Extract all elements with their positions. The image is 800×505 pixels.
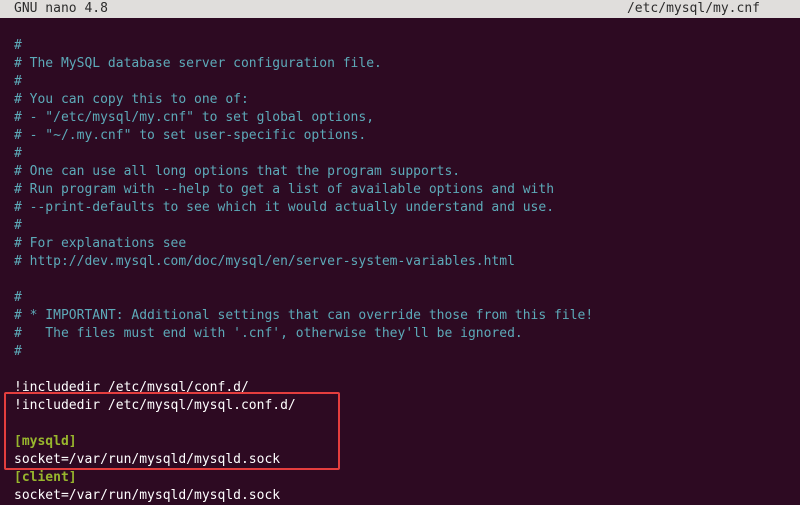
comment-line: # bbox=[14, 290, 22, 305]
comment-line: # - "/etc/mysql/my.cnf" to set global op… bbox=[14, 110, 374, 125]
editor-titlebar: GNU nano 4.8 /etc/mysql/my.cnf bbox=[0, 0, 800, 18]
comment-line: # * IMPORTANT: Additional settings that … bbox=[14, 308, 593, 323]
section-mysqld: [mysqld] bbox=[14, 434, 77, 449]
app-name: GNU nano 4.8 bbox=[0, 0, 108, 18]
editor-content[interactable]: # # The MySQL database server configurat… bbox=[0, 18, 800, 505]
comment-line: # - "~/.my.cnf" to set user-specific opt… bbox=[14, 128, 366, 143]
comment-line: # bbox=[14, 38, 22, 53]
comment-line: # bbox=[14, 344, 22, 359]
config-line: socket=/var/run/mysqld/mysqld.sock bbox=[14, 488, 280, 503]
comment-line: # The files must end with '.cnf', otherw… bbox=[14, 326, 523, 341]
config-line: socket=/var/run/mysqld/mysqld.sock bbox=[14, 452, 280, 467]
comment-line: # bbox=[14, 74, 22, 89]
includedir-line: !includedir /etc/mysql/mysql.conf.d/ bbox=[14, 398, 296, 413]
comment-line: # You can copy this to one of: bbox=[14, 92, 249, 107]
comment-line: # For explanations see bbox=[14, 236, 186, 251]
comment-line: # bbox=[14, 218, 22, 233]
comment-line: # --print-defaults to see which it would… bbox=[14, 200, 554, 215]
comment-line: # One can use all long options that the … bbox=[14, 164, 460, 179]
includedir-line: !includedir /etc/mysql/conf.d/ bbox=[14, 380, 249, 395]
comment-line: # Run program with --help to get a list … bbox=[14, 182, 554, 197]
comment-line: # bbox=[14, 146, 22, 161]
file-path: /etc/mysql/my.cnf bbox=[627, 0, 800, 18]
section-client: [client] bbox=[14, 470, 77, 485]
comment-line: # http://dev.mysql.com/doc/mysql/en/serv… bbox=[14, 254, 515, 269]
comment-line: # The MySQL database server configuratio… bbox=[14, 56, 382, 71]
